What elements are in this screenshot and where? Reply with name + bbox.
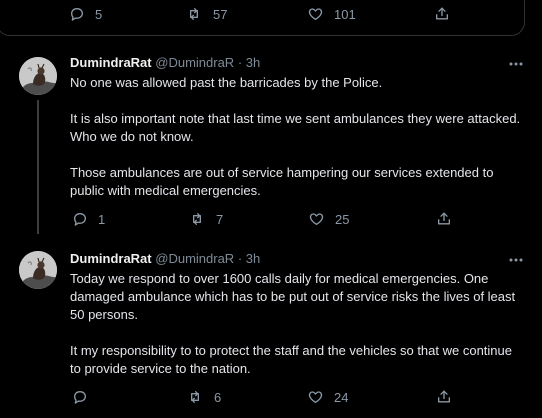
share-icon <box>438 390 450 403</box>
like-action[interactable]: 101 <box>307 6 356 22</box>
tweet-actions: 6 24 <box>70 386 510 408</box>
share-action[interactable] <box>436 210 452 227</box>
reply-action[interactable]: 5 <box>69 6 102 22</box>
like-icon <box>308 391 323 403</box>
tweet-header: DumindraRat @DumindraR · 3h <box>70 55 260 70</box>
tweet-text: Today we respond to over 1600 calls dail… <box>70 270 525 378</box>
avatar[interactable] <box>19 251 57 289</box>
retweet-icon <box>190 7 198 20</box>
tweet-text: No one was allowed past the barricades b… <box>70 74 525 200</box>
avatar[interactable] <box>19 57 57 95</box>
like-action[interactable]: 25 <box>308 211 349 227</box>
like-count: 101 <box>334 6 356 22</box>
avatar-image <box>19 251 57 289</box>
display-name[interactable]: DumindraRat <box>70 251 152 266</box>
avatar-image <box>19 57 57 95</box>
more-icon <box>509 258 523 262</box>
retweet-count: 6 <box>214 389 222 405</box>
retweet-icon <box>191 391 199 403</box>
tweet-paragraph: It my responsibility to to protect the s… <box>70 343 512 376</box>
like-count: 25 <box>335 211 350 227</box>
reply-count: 1 <box>98 211 106 227</box>
like-action[interactable]: 24 <box>307 389 348 405</box>
reply-action[interactable] <box>72 389 98 405</box>
share-action[interactable] <box>434 5 450 22</box>
tweet-paragraph: It is also important note that last time… <box>70 111 521 144</box>
share-icon <box>438 212 450 225</box>
retweet-action[interactable]: 6 <box>186 389 221 405</box>
tweet-thread: 5 57 101 DumindraRat @DumindraR · 3h No … <box>0 0 542 418</box>
reply-icon <box>71 7 83 21</box>
retweet-count: 7 <box>216 211 224 227</box>
reply-count: 5 <box>95 6 103 22</box>
retweet-icon <box>193 213 201 225</box>
user-handle[interactable]: @DumindraR <box>155 251 234 266</box>
retweet-action[interactable]: 57 <box>185 6 227 22</box>
like-icon <box>308 8 323 20</box>
retweet-action[interactable]: 7 <box>188 211 223 227</box>
timestamp[interactable]: 3h <box>246 251 260 266</box>
like-icon <box>309 213 324 225</box>
more-options-button[interactable] <box>508 56 524 74</box>
like-count: 24 <box>334 389 349 405</box>
timestamp[interactable]: 3h <box>246 55 260 70</box>
tweet-paragraph: Those ambulances are out of service hamp… <box>70 165 494 198</box>
more-icon <box>509 62 523 66</box>
separator: · <box>234 55 246 70</box>
share-action[interactable] <box>436 388 452 405</box>
separator: · <box>234 251 246 266</box>
display-name[interactable]: DumindraRat <box>70 55 152 70</box>
tweet-paragraph: No one was allowed past the barricades b… <box>70 75 383 90</box>
share-icon <box>436 7 448 20</box>
user-handle[interactable]: @DumindraR <box>155 55 234 70</box>
reply-icon <box>74 213 86 226</box>
tweet-actions: 1 7 25 <box>70 208 510 230</box>
previous-tweet-card: 5 57 101 <box>0 0 525 36</box>
reply-action[interactable]: 1 <box>72 211 105 227</box>
tweet-header: DumindraRat @DumindraR · 3h <box>70 251 260 266</box>
tweet-paragraph: Today we respond to over 1600 calls dail… <box>70 271 516 322</box>
retweet-count: 57 <box>213 6 228 22</box>
thread-connector <box>37 100 39 234</box>
more-options-button[interactable] <box>508 252 524 270</box>
reply-icon <box>74 391 86 404</box>
